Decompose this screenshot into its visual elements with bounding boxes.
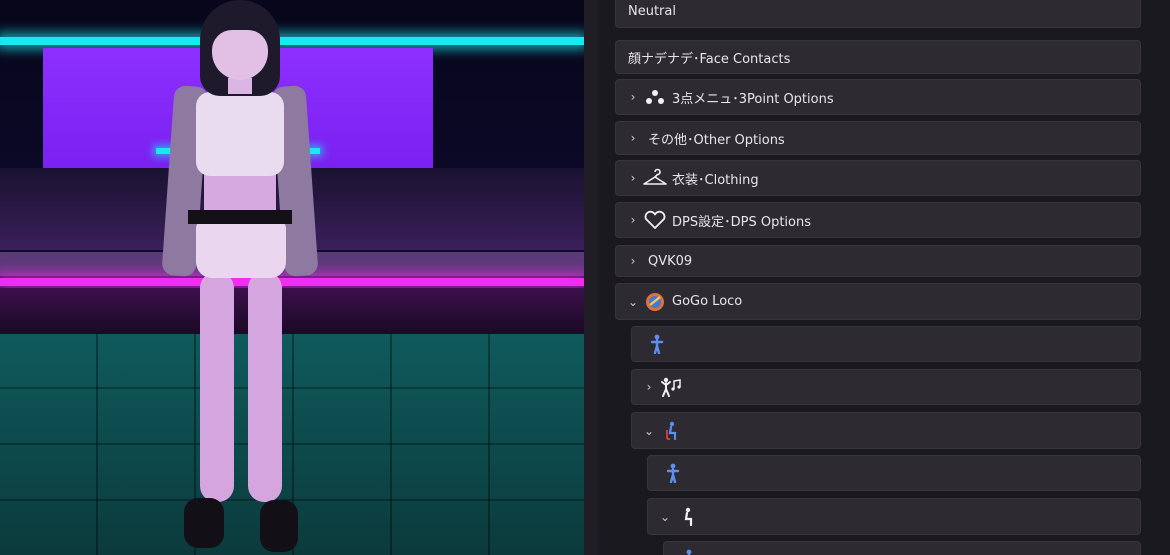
chevron-down-icon[interactable]: ⌄ (656, 510, 674, 524)
heart-icon (642, 209, 668, 231)
avatar-shoe-left (184, 498, 224, 548)
menu-item-neutral[interactable]: Neutral (615, 0, 1141, 28)
menu-item-label: QVK09 (648, 253, 693, 269)
menu-item-sit-sit-stand[interactable] (663, 541, 1141, 555)
menu-item-sit-sit[interactable]: ⌄ (647, 498, 1141, 535)
chevron-right-icon[interactable]: › (624, 254, 642, 268)
chevron-right-icon[interactable]: › (624, 90, 642, 104)
menu-list: Neutral 顔ナデナデ･Face Contacts › 3点メニュ･3Poi… (598, 0, 1170, 555)
menu-item-label: 顔ナデナデ･Face Contacts (628, 51, 791, 67)
dancing-figure-icon (658, 376, 684, 398)
chevron-right-icon[interactable]: › (624, 213, 642, 227)
menu-item-label: 3点メニュ･3Point Options (672, 91, 834, 107)
menu-item-gogo-sit[interactable]: ⌄ (631, 412, 1141, 449)
menu-item-label: GoGo Loco (672, 294, 743, 309)
menu-item-gogo-stand[interactable] (631, 326, 1141, 362)
expressions-menu-panel: Neutral 顔ナデナデ･Face Contacts › 3点メニュ･3Poi… (584, 0, 1170, 555)
gogo-loco-logo-icon (642, 291, 668, 313)
avatar-leg-right (248, 272, 282, 502)
sitting-figure-icon (658, 420, 684, 442)
menu-item-gogo-loco[interactable]: ⌄ GoGo Loco (615, 283, 1141, 320)
hanger-icon (642, 167, 668, 189)
menu-item-face-contacts[interactable]: 顔ナデナデ･Face Contacts (615, 40, 1141, 74)
chevron-down-icon[interactable]: ⌄ (640, 424, 658, 438)
menu-item-dps-options[interactable]: › DPS設定･DPS Options (615, 202, 1141, 238)
menu-item-label: Neutral (628, 4, 676, 19)
chevron-right-icon[interactable]: › (640, 380, 658, 394)
chevron-right-icon[interactable]: › (624, 131, 642, 145)
avatar-figure (160, 0, 320, 555)
avatar-shoe-right (260, 500, 298, 552)
three-dots-icon (642, 86, 668, 108)
menu-item-label: その他･Other Options (648, 132, 785, 148)
menu-item-label: DPS設定･DPS Options (672, 214, 811, 230)
menu-item-other-options[interactable]: › その他･Other Options (615, 121, 1141, 155)
menu-item-label: 衣装･Clothing (672, 172, 759, 188)
menu-item-clothing[interactable]: › 衣装･Clothing (615, 160, 1141, 196)
menu-item-qvk09[interactable]: › QVK09 (615, 245, 1141, 277)
standing-figure-icon (660, 462, 686, 484)
avatar-neck (228, 78, 252, 94)
menu-item-sit-stand[interactable] (647, 455, 1141, 491)
avatar-leg-left (200, 272, 234, 502)
chevron-down-icon[interactable]: ⌄ (624, 295, 642, 309)
avatar-shorts (196, 222, 286, 278)
chevron-right-icon[interactable]: › (624, 171, 642, 185)
avatar-top (196, 92, 284, 176)
menu-item-3point-options[interactable]: › 3点メニュ･3Point Options (615, 79, 1141, 115)
avatar-viewport[interactable] (0, 0, 584, 555)
menu-item-gogo-dance[interactable]: › (631, 369, 1141, 405)
sitting-figure-icon (674, 506, 700, 528)
avatar-belt (188, 210, 292, 224)
standing-figure-icon (644, 333, 670, 355)
standing-figure-icon (676, 548, 702, 555)
